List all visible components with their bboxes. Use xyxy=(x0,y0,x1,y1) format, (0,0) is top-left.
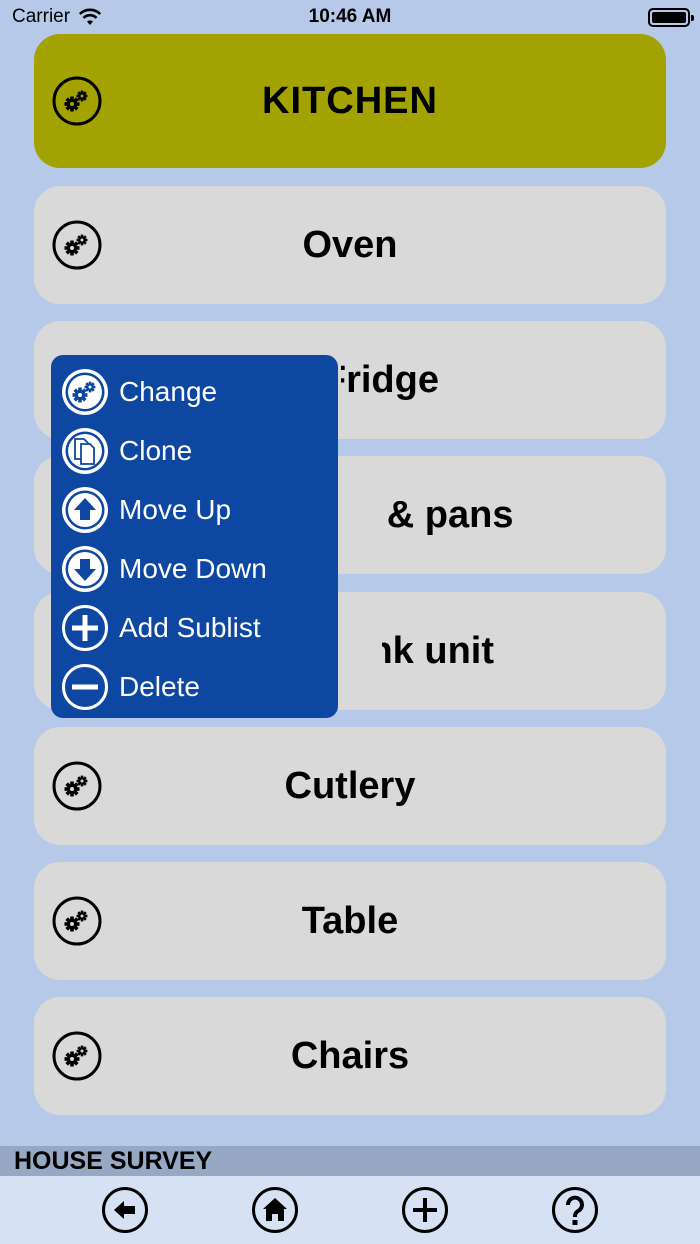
menu-item-clone[interactable]: Clone xyxy=(51,421,338,480)
clone-icon xyxy=(62,427,108,474)
gears-icon xyxy=(62,368,108,415)
context-menu: Change Clone Move Up Move Down Add Subli… xyxy=(51,355,338,718)
section-title: HOUSE SURVEY xyxy=(0,1146,700,1176)
list-item[interactable]: Oven xyxy=(34,186,666,304)
list-item-label: Cutlery xyxy=(284,764,416,807)
status-bar: Carrier 10:46 AM xyxy=(0,0,700,36)
list-item-label-text: Fridge xyxy=(341,358,439,401)
menu-item-label: Change xyxy=(119,375,218,407)
list-item[interactable]: Table xyxy=(34,862,666,980)
list-item[interactable]: Chairs xyxy=(34,997,666,1115)
page-title: KITCHEN xyxy=(262,79,438,122)
menu-item-label: Add Sublist xyxy=(119,611,261,643)
list-item-label: Oven xyxy=(302,223,398,266)
move-down-icon xyxy=(62,545,108,592)
bottom-toolbar xyxy=(0,1176,700,1244)
screen: Carrier 10:46 AM KITCHEN Oven ridge & pa… xyxy=(0,0,700,1244)
add-icon[interactable] xyxy=(401,1186,449,1234)
menu-item-move-down[interactable]: Move Down xyxy=(51,539,338,598)
battery-tip xyxy=(691,15,694,21)
menu-item-add-sublist[interactable]: Add Sublist xyxy=(51,598,338,657)
back-icon[interactable] xyxy=(101,1186,149,1234)
list-item-label: Chairs xyxy=(290,1034,410,1077)
help-icon[interactable] xyxy=(551,1186,599,1234)
list-item-label: Table xyxy=(301,899,399,942)
menu-item-change[interactable]: Change xyxy=(51,362,338,421)
list-item-label-text: Sink unit xyxy=(382,629,494,672)
clock: 10:46 AM xyxy=(308,6,392,27)
menu-item-delete[interactable]: Delete xyxy=(51,657,338,716)
menu-item-label: Move Up xyxy=(119,493,232,525)
home-icon[interactable] xyxy=(251,1186,299,1234)
plus-icon xyxy=(62,604,108,651)
menu-item-label: Clone xyxy=(119,434,193,466)
battery-icon xyxy=(648,8,694,27)
header-row[interactable]: KITCHEN xyxy=(34,34,666,168)
menu-item-label: Move Down xyxy=(119,552,267,584)
minus-icon xyxy=(62,663,108,710)
list-item-label-text: Pots & pans xyxy=(379,493,514,536)
menu-item-move-up[interactable]: Move Up xyxy=(51,480,338,539)
move-up-icon xyxy=(62,486,108,533)
menu-item-label: Delete xyxy=(119,670,200,702)
battery-level xyxy=(652,12,686,23)
list-item[interactable]: Cutlery xyxy=(34,727,666,845)
